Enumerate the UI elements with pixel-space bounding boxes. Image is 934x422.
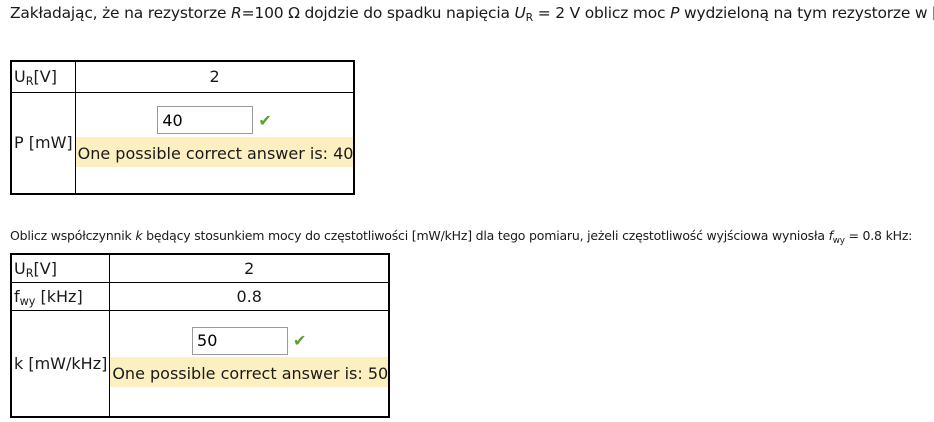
q2-text-part: będący stosunkiem mocy do częstotliwości…: [142, 228, 829, 243]
question-2-table: UR[V] 2 fwy [kHz] 0.8 k [mW/kHz] ✔ One p…: [10, 253, 391, 418]
q2-f-subscript: wy: [832, 236, 845, 246]
label-subscript: R: [25, 266, 34, 280]
answer-input-k[interactable]: [192, 326, 289, 355]
question-1-table: UR[V] 2 P [mW] ✔ One possible correct an…: [10, 60, 356, 195]
question-1-text: Zakładając, że na rezystorze R=100 Ω doj…: [10, 4, 934, 24]
question-2-text: Oblicz współczynnik k będący stosunkiem …: [10, 228, 913, 246]
q1-text-part: Zakładając, że na rezystorze: [10, 4, 232, 22]
value-ur: 2: [109, 253, 390, 283]
q1-u-subscript: R: [525, 11, 534, 24]
q1-text-part: wydzieloną na tym rezystorze w [mW]:: [683, 4, 934, 22]
label-subscript: R: [25, 75, 34, 89]
q2-text-part: = 0.8 kHz:: [844, 228, 913, 243]
label-u: U: [14, 67, 26, 87]
correct-answer-feedback: One possible correct answer is: 40: [75, 136, 354, 167]
row-label-ur: UR[V]: [10, 60, 76, 93]
q1-u-symbol: U: [514, 4, 526, 22]
q2-text-part: Oblicz współczynnik: [10, 228, 136, 243]
correct-answer-feedback: One possible correct answer is: 50: [110, 357, 389, 388]
answer-cell: ✔ One possible correct answer is: 40: [74, 91, 355, 195]
q1-r-symbol: R: [231, 4, 242, 22]
label-unit: [V]: [33, 258, 57, 278]
q1-text-part: =100 Ω dojdzie do spadku napięcia: [241, 4, 515, 22]
label-unit: [kHz]: [35, 286, 83, 306]
row-label-ur: UR[V]: [10, 253, 111, 283]
row-label-fwy: fwy [kHz]: [10, 281, 111, 311]
value-ur: 2: [74, 60, 355, 93]
label-unit: [V]: [33, 67, 57, 87]
check-icon: ✔: [258, 110, 272, 130]
q1-text-part: = 2 V oblicz moc: [532, 4, 671, 22]
answer-cell: ✔ One possible correct answer is: 50: [109, 309, 390, 418]
answer-input-p[interactable]: [157, 106, 254, 135]
label-u: U: [14, 258, 26, 278]
check-icon: ✔: [293, 331, 307, 351]
q1-p-symbol: P: [670, 4, 680, 22]
row-label-k: k [mW/kHz]: [10, 309, 111, 418]
value-fwy: 0.8: [109, 281, 390, 311]
row-label-p: P [mW]: [10, 91, 76, 195]
label-subscript: wy: [19, 294, 36, 308]
